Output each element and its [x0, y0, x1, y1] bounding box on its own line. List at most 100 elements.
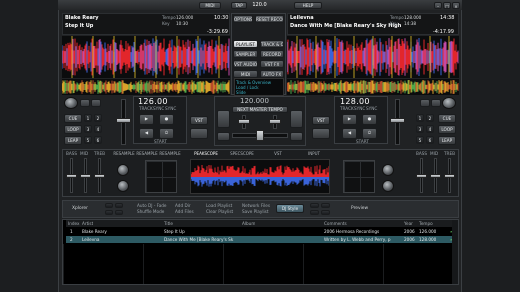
clear-playlist-button[interactable]: Clear Playlist	[206, 209, 233, 214]
deck-b-fwd-button[interactable]: ⏻	[362, 128, 377, 139]
library-mode-1[interactable]	[105, 203, 113, 208]
library-mode-3[interactable]	[105, 210, 113, 215]
view-toggle-2[interactable]	[321, 203, 330, 208]
auto-dj-fade-button[interactable]: Auto DJ - Fade	[137, 203, 167, 208]
add-files-button[interactable]: Add Files	[175, 209, 194, 214]
fx-pad-a[interactable]	[145, 160, 177, 193]
deck-a-top-button[interactable]	[80, 99, 90, 107]
eq-a-bass-fader[interactable]	[66, 174, 77, 178]
deck-b-cue-button[interactable]: CUE	[438, 114, 456, 123]
view-toggle-4[interactable]	[321, 210, 330, 215]
center-keylock-button[interactable]	[290, 110, 303, 128]
xplorer-label[interactable]: Xplorer	[72, 206, 88, 211]
menu-vst-fx[interactable]: VST FX	[260, 60, 284, 68]
deck-b-loop-button[interactable]: LOOP	[438, 125, 456, 134]
channel-a-fader[interactable]	[238, 119, 250, 124]
menu-sampler[interactable]: SAMPLER	[233, 50, 258, 58]
deck-b-eject-button[interactable]	[312, 128, 330, 139]
deck-b-top-button[interactable]	[420, 99, 430, 107]
deck-a-pad-1[interactable]: 1	[84, 114, 92, 122]
deck-a-pad-4[interactable]: 4	[94, 125, 102, 133]
col-album[interactable]: Album	[242, 220, 255, 227]
deck-a-overview[interactable]	[62, 79, 230, 95]
minimize-button[interactable]: –	[434, 2, 442, 9]
deck-a-eject-button[interactable]	[190, 128, 208, 139]
menu-playlist[interactable]: PLAYLIST	[233, 40, 258, 48]
col-title[interactable]: Title	[164, 220, 173, 227]
crossfader-left-button[interactable]	[217, 132, 230, 141]
deck-b-cue-circle[interactable]: ●	[362, 114, 377, 125]
deck-b-leap-button[interactable]: LEAP	[438, 136, 456, 145]
preview-label[interactable]: Preview	[351, 206, 368, 211]
menu-track-overview[interactable]: TRACK & OVERVIEW	[260, 40, 284, 48]
library-mode-2[interactable]	[115, 203, 123, 208]
deck-b-gain-knob[interactable]	[442, 97, 456, 109]
fx-knob-b1[interactable]	[382, 164, 394, 176]
crossfader-right-button[interactable]	[290, 132, 303, 141]
eq-b-mid-fader[interactable]	[430, 174, 441, 178]
col-year[interactable]: Year	[404, 220, 413, 227]
deck-a-vst-button[interactable]: VST	[190, 116, 208, 125]
deck-b-vst-button[interactable]: VST	[312, 116, 330, 125]
deck-a-play-button[interactable]: ▶	[139, 114, 154, 125]
deck-b-pad-3[interactable]: 3	[416, 125, 424, 133]
shuffle-mode-button[interactable]: Shuffle Mode	[137, 209, 164, 214]
col-tempo[interactable]: Tempo	[419, 220, 433, 227]
menu-record[interactable]: RECORD	[260, 50, 284, 58]
library-mode-4[interactable]	[115, 210, 123, 215]
center-vst-button[interactable]	[217, 110, 230, 128]
fx-tab-resample-1[interactable]: RESAMPLE	[113, 151, 135, 156]
col-index[interactable]: Index	[68, 220, 80, 227]
deck-a-pad-5[interactable]: 5	[84, 136, 92, 144]
fx-tab-resample-2[interactable]: RESAMPLE	[136, 151, 158, 156]
deck-b-pad-5[interactable]: 5	[416, 136, 424, 144]
deck-b-pad-4[interactable]: 4	[426, 125, 434, 133]
deck-b-back-button[interactable]: ◀	[342, 128, 357, 139]
col-comments[interactable]: Comments	[324, 220, 347, 227]
fx-tab-resample-3[interactable]: RESAMPLE	[159, 151, 181, 156]
fx-tab-peakscope[interactable]: PEAKSCOPE	[190, 151, 222, 156]
deck-b-play-button[interactable]: ▶	[342, 114, 357, 125]
eq-a-treb-fader[interactable]	[94, 174, 105, 178]
eq-a-mid-fader[interactable]	[80, 174, 91, 178]
deck-a-cue-button[interactable]: CUE	[64, 114, 82, 123]
add-dir-button[interactable]: Add Dir	[175, 203, 191, 208]
load-playlist-button[interactable]: Load Playlist	[206, 203, 232, 208]
deck-b-pitch-fader[interactable]	[390, 118, 405, 123]
deck-a-fwd-button[interactable]: ⏻	[159, 128, 174, 139]
dj-style-search[interactable]: DJ Style	[276, 204, 304, 213]
fx-knob-b2[interactable]	[382, 180, 394, 192]
eq-b-bass-fader[interactable]	[416, 174, 427, 178]
deck-a-gain-knob[interactable]	[64, 97, 78, 109]
eq-b-treb-fader[interactable]	[444, 174, 455, 178]
save-playlist-button[interactable]: Save Playlist	[242, 209, 269, 214]
fx-knob-a2[interactable]	[117, 180, 129, 192]
menu-midi[interactable]: MIDI	[233, 70, 258, 78]
menu-auto-fx[interactable]: AUTO FX	[260, 70, 284, 78]
fx-tab-vst[interactable]: VST	[262, 151, 294, 156]
fx-tab-specscope[interactable]: SPECSCOPE	[226, 151, 258, 156]
deck-b-pad-1[interactable]: 1	[416, 114, 424, 122]
deck-b-pad-6[interactable]: 6	[426, 136, 434, 144]
next-master-tempo-button[interactable]: NEXT MASTER TEMPO	[232, 106, 288, 113]
deck-a-cue-circle[interactable]: ●	[159, 114, 174, 125]
tap-button[interactable]: TAP	[231, 2, 247, 9]
network-files-button[interactable]: Network Files	[242, 203, 270, 208]
close-button[interactable]: ×	[452, 2, 460, 9]
view-toggle-3[interactable]	[310, 210, 319, 215]
deck-a-waveform[interactable]	[62, 36, 230, 78]
crossfader[interactable]	[256, 130, 264, 141]
help-button[interactable]: HELP	[294, 2, 322, 9]
deck-a-leap-button[interactable]: LEAP	[64, 136, 82, 145]
fx-pad-b[interactable]	[343, 160, 375, 193]
col-artist[interactable]: Artist	[82, 220, 93, 227]
options-button[interactable]: OPTIONS	[233, 15, 253, 23]
channel-b-fader[interactable]	[269, 119, 281, 124]
midi-button[interactable]: MIDI	[199, 2, 221, 9]
fx-tab-input[interactable]: INPUT	[298, 151, 330, 156]
list-scrollbar[interactable]	[452, 220, 458, 284]
deck-b-pad-2[interactable]: 2	[426, 114, 434, 122]
deck-a-pad-2[interactable]: 2	[94, 114, 102, 122]
deck-a-top-button-2[interactable]	[91, 99, 101, 107]
menu-vst-audio[interactable]: VST AUDIO	[233, 60, 258, 68]
